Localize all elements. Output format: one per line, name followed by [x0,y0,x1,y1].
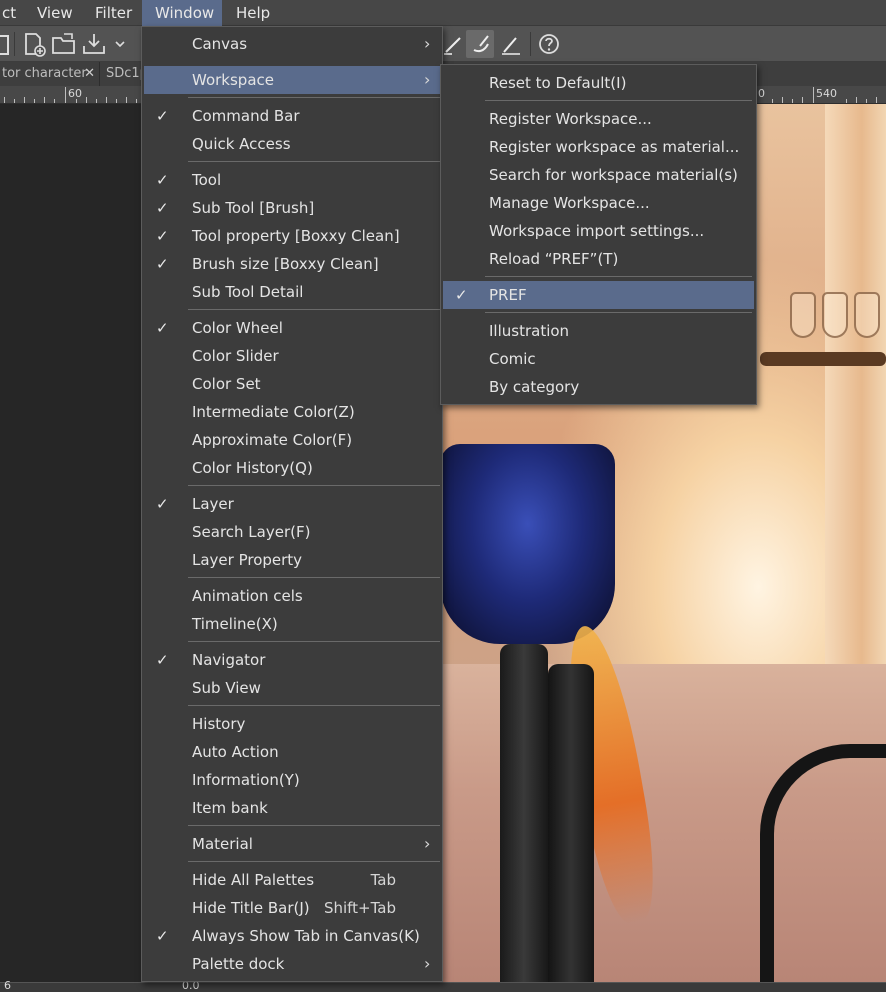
menu-item-always-show-tab[interactable]: ✓ Always Show Tab in Canvas(K) [144,922,440,950]
shortcut-label: Shift+Tab [323,899,396,917]
menu-item-sub-tool[interactable]: ✓ Sub Tool [Brush] [144,194,440,222]
menu-item-reload-pref[interactable]: Reload “PREF”(T) [443,245,754,273]
ruler-label: 0 [758,87,765,100]
new-file-icon[interactable] [20,30,48,58]
check-icon: ✓ [156,651,169,669]
menu-bar: ct View Filter Window Help [0,0,886,26]
menu-item-tool-property[interactable]: ✓ Tool property [Boxxy Clean] [144,222,440,250]
menu-help[interactable]: Help [228,0,278,26]
status-bar: 6 0.0 [0,979,886,992]
ruler-label: 540 [816,87,837,100]
toolbar-divider [14,32,15,56]
check-icon: ✓ [156,495,169,513]
menu-item-workspace[interactable]: Workspace › [144,66,440,94]
brush-tool-icon[interactable] [466,30,494,58]
menu-item-navigator[interactable]: ✓ Navigator [144,646,440,674]
close-icon[interactable]: ✕ [84,62,95,86]
menu-item-sub-tool-detail[interactable]: Sub Tool Detail [144,278,440,306]
toolbar-divider [530,32,531,56]
menu-divider [485,312,752,313]
menu-divider [188,825,440,826]
menu-item-auto-action[interactable]: Auto Action [144,738,440,766]
canvas-tab-label: tor character [2,66,87,81]
pen-tool-icon[interactable] [440,30,468,58]
menu-item-brush-size[interactable]: ✓ Brush size [Boxxy Clean] [144,250,440,278]
ruler-tool-icon[interactable] [498,30,526,58]
menu-item-history[interactable]: History [144,710,440,738]
menu-item-reset-to-default[interactable]: Reset to Default(I) [443,69,754,97]
menu-item-material[interactable]: Material › [144,830,440,858]
menu-item-pref[interactable]: ✓ PREF [443,281,754,309]
canvas-tab-label: SDc1p [106,66,145,81]
menu-divider [188,861,440,862]
menu-item-approximate-color[interactable]: Approximate Color(F) [144,426,440,454]
menu-item-canvas[interactable]: Canvas › [144,30,440,58]
zoom-readout: 6 [4,979,11,992]
menu-item-color-history[interactable]: Color History(Q) [144,454,440,482]
menu-divider [188,97,440,98]
check-icon: ✓ [156,107,169,125]
menu-item-information[interactable]: Information(Y) [144,766,440,794]
menu-story[interactable]: ct [0,0,24,26]
open-folder-icon[interactable] [50,30,78,58]
command-bar [0,26,886,62]
menu-divider [188,641,440,642]
menu-divider [188,309,440,310]
save-icon[interactable] [80,30,108,58]
menu-item-layer-property[interactable]: Layer Property [144,546,440,574]
canvas-tab[interactable]: tor character ✕ [0,62,100,86]
menu-window[interactable]: Window [142,0,222,26]
menu-item-comic[interactable]: Comic [443,345,754,373]
chevron-right-icon: › [424,834,431,853]
menu-item-manage-workspace[interactable]: Manage Workspace... [443,189,754,217]
check-icon: ✓ [156,199,169,217]
menu-item-by-category[interactable]: By category [443,373,754,401]
menu-divider [188,577,440,578]
ruler-label: 60 [68,87,82,100]
menu-filter[interactable]: Filter [87,0,140,26]
chevron-right-icon: › [424,954,431,973]
chevron-right-icon: › [424,70,431,89]
chevron-right-icon: › [424,34,431,53]
menu-view[interactable]: View [29,0,81,26]
menu-item-command-bar[interactable]: ✓ Command Bar [144,102,440,130]
menu-item-register-workspace-material[interactable]: Register workspace as material... [443,133,754,161]
menu-item-search-workspace-material[interactable]: Search for workspace material(s) [443,161,754,189]
check-icon: ✓ [455,286,468,304]
check-icon: ✓ [156,319,169,337]
menu-item-quick-access[interactable]: Quick Access [144,130,440,158]
canvas-tab[interactable]: SDc1p [100,62,145,86]
menu-item-palette-dock[interactable]: Palette dock › [144,950,440,978]
menu-item-color-set[interactable]: Color Set [144,370,440,398]
menu-item-item-bank[interactable]: Item bank [144,794,440,822]
menu-divider [188,705,440,706]
menu-item-layer[interactable]: ✓ Layer [144,490,440,518]
menu-divider [485,276,752,277]
menu-item-workspace-import-settings[interactable]: Workspace import settings... [443,217,754,245]
help-icon[interactable] [536,30,564,58]
check-icon: ✓ [156,171,169,189]
shortcut-label: Tab [370,871,396,889]
menu-item-sub-view[interactable]: Sub View [144,674,440,702]
menu-divider [485,100,752,101]
menu-divider [188,485,440,486]
menu-item-color-slider[interactable]: Color Slider [144,342,440,370]
workspace-submenu: Reset to Default(I) Register Workspace..… [440,64,757,405]
check-icon: ✓ [156,227,169,245]
menu-item-hide-all-palettes[interactable]: Hide All Palettes Tab [144,866,440,894]
check-icon: ✓ [156,927,169,945]
menu-item-animation-cels[interactable]: Animation cels [144,582,440,610]
menu-item-search-layer[interactable]: Search Layer(F) [144,518,440,546]
menu-item-illustration[interactable]: Illustration [443,317,754,345]
menu-item-tool[interactable]: ✓ Tool [144,166,440,194]
menu-divider [188,161,440,162]
menu-item-hide-title-bar[interactable]: Hide Title Bar(J) Shift+Tab [144,894,440,922]
menu-item-timeline[interactable]: Timeline(X) [144,610,440,638]
check-icon: ✓ [156,255,169,273]
menu-item-intermediate-color[interactable]: Intermediate Color(Z) [144,398,440,426]
window-menu: Canvas › Workspace › ✓ Command Bar Quick… [141,26,443,982]
chevron-down-icon[interactable] [106,30,125,58]
menu-item-color-wheel[interactable]: ✓ Color Wheel [144,314,440,342]
menu-item-register-workspace[interactable]: Register Workspace... [443,105,754,133]
